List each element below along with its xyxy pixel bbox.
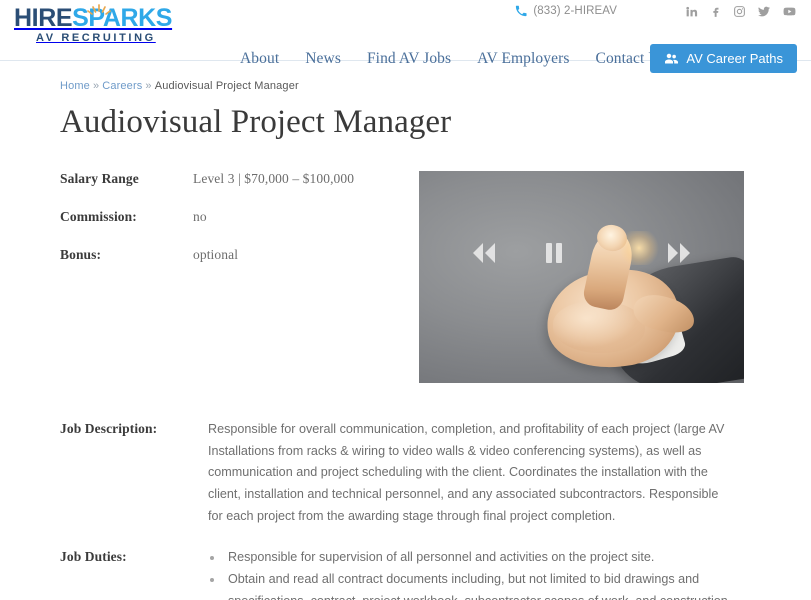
users-icon (664, 52, 679, 65)
job-summary-row: Salary Range Level 3 | $70,000 – $100,00… (60, 171, 767, 383)
rewind-icon (461, 241, 507, 265)
phone-link[interactable]: (833) 2-HIREAV (515, 5, 617, 17)
job-description-text: Responsible for overall communication, c… (208, 422, 725, 523)
breadcrumb-careers[interactable]: Careers (102, 80, 142, 92)
instagram-icon[interactable] (733, 5, 746, 18)
social-links (685, 5, 797, 18)
breadcrumb-home[interactable]: Home (60, 80, 90, 92)
hand-knuckles (553, 301, 645, 353)
job-duties-label: Job Duties: (60, 549, 127, 565)
main-navigation: About News Find AV Jobs AV Employers Con… (240, 50, 666, 68)
list-item: Responsible for supervision of all perso… (224, 547, 728, 569)
twitter-icon[interactable] (757, 5, 771, 18)
meta-row-bonus: Bonus: optional (60, 247, 415, 263)
linkedin-icon[interactable] (685, 5, 698, 18)
job-duties-row: Job Duties: Responsible for supervision … (60, 547, 767, 600)
youtube-icon[interactable] (782, 5, 797, 18)
job-meta-list: Salary Range Level 3 | $70,000 – $100,00… (60, 171, 415, 285)
list-item: Obtain and read all contract documents i… (224, 569, 728, 600)
commission-value: no (193, 209, 207, 224)
logo-wordmark: HIRESPARKS (14, 6, 179, 31)
nav-item-av-employers[interactable]: AV Employers (477, 50, 569, 68)
phone-number: (833) 2-HIREAV (533, 5, 617, 17)
nav-item-news[interactable]: News (305, 50, 341, 68)
phone-icon (515, 5, 527, 17)
site-logo[interactable]: HIRESPARKS AV RECRUITING (14, 4, 179, 44)
job-description-label: Job Description: (60, 421, 158, 436)
logo-tagline: AV RECRUITING (36, 32, 156, 44)
breadcrumb-current: Audiovisual Project Manager (154, 80, 299, 92)
logo-sparks-text: SPARKS (72, 4, 173, 32)
pointing-hand-illustration (531, 222, 744, 383)
breadcrumb-separator-2: » (145, 80, 152, 92)
commission-label: Commission: (60, 209, 137, 224)
meta-row-salary: Salary Range Level 3 | $70,000 – $100,00… (60, 171, 415, 187)
page-content: Home» Careers» Audiovisual Project Manager… (0, 61, 811, 600)
nav-item-about[interactable]: About (240, 50, 279, 68)
av-career-paths-button[interactable]: AV Career Paths (650, 44, 797, 73)
job-description-row: Job Description: Responsible for overall… (60, 419, 767, 527)
bonus-value: optional (193, 247, 239, 262)
job-duties-list: Responsible for supervision of all perso… (208, 547, 728, 600)
breadcrumb-separator-1: » (92, 80, 100, 92)
meta-row-commission: Commission: no (60, 209, 415, 225)
salary-range-value: Level 3 | $70,000 – $100,000 (193, 171, 355, 186)
page-title: Audiovisual Project Manager (60, 104, 452, 140)
facebook-icon[interactable] (709, 5, 722, 18)
job-hero-image (419, 171, 744, 383)
site-header: HIRESPARKS AV RECRUITING About News Find… (0, 4, 811, 73)
salary-range-label: Salary Range (60, 171, 139, 186)
bonus-label: Bonus: (60, 247, 102, 262)
logo-hire-text: HIRE (14, 4, 73, 32)
av-career-paths-label: AV Career Paths (686, 51, 783, 66)
nav-item-find-av-jobs[interactable]: Find AV Jobs (367, 50, 451, 68)
